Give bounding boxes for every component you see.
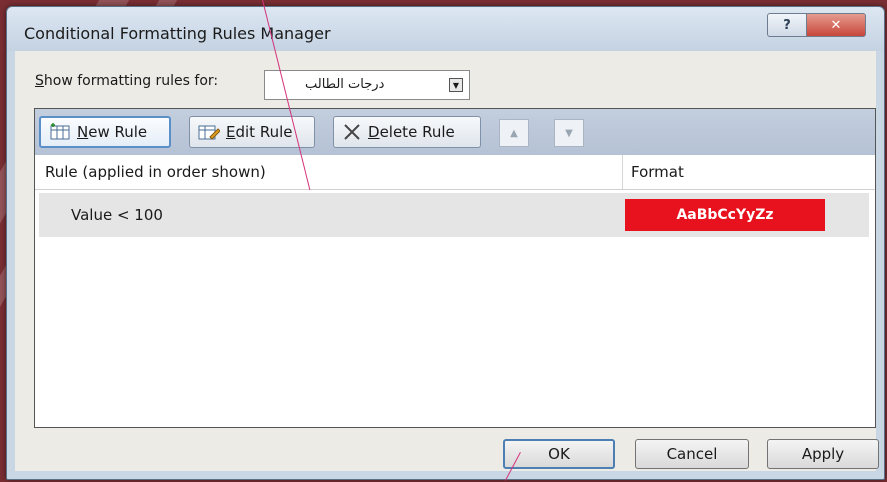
dialog-body: Show formatting rules for: درجات الطالب … bbox=[15, 51, 879, 471]
column-divider[interactable] bbox=[622, 155, 623, 189]
edit-rule-label: Edit Rule bbox=[226, 123, 293, 141]
move-up-button[interactable]: ▲ bbox=[499, 119, 529, 147]
edit-rule-icon bbox=[198, 125, 220, 140]
delete-rule-button[interactable]: Delete Rule bbox=[333, 116, 481, 148]
apply-button[interactable]: Apply bbox=[767, 439, 879, 469]
delete-x-icon bbox=[344, 124, 360, 140]
rule-column-header[interactable]: Rule (applied in order shown) bbox=[45, 163, 266, 181]
show-rules-selected: درجات الطالب bbox=[305, 77, 385, 92]
format-preview: AaBbCcYyZz bbox=[625, 199, 825, 231]
move-down-button[interactable]: ▼ bbox=[554, 119, 584, 147]
chevron-down-icon[interactable]: ▼ bbox=[449, 78, 463, 92]
close-button[interactable]: ✕ bbox=[806, 13, 866, 37]
rules-toolbar: New Rule Edit Rule Delete Rule ▲ ▼ bbox=[35, 109, 875, 156]
format-column-header[interactable]: Format bbox=[631, 163, 684, 181]
close-icon: ✕ bbox=[830, 17, 842, 33]
new-rule-label: New Rule bbox=[77, 123, 148, 141]
rule-description: Value < 100 bbox=[71, 206, 163, 224]
window-title: Conditional Formatting Rules Manager bbox=[24, 24, 331, 43]
table-row[interactable]: Value < 100 AaBbCcYyZz bbox=[39, 193, 869, 237]
show-rules-dropdown[interactable]: درجات الطالب ▼ bbox=[264, 70, 470, 100]
rules-table-header: Rule (applied in order shown) Format bbox=[35, 155, 875, 190]
show-rules-label: Show formatting rules for: bbox=[35, 73, 219, 89]
new-rule-icon bbox=[50, 123, 70, 140]
dialog-window: Conditional Formatting Rules Manager ? ✕… bbox=[6, 6, 885, 480]
triangle-down-icon: ▼ bbox=[565, 127, 573, 139]
cancel-button[interactable]: Cancel bbox=[635, 439, 749, 469]
triangle-up-icon: ▲ bbox=[510, 127, 518, 139]
title-bar: Conditional Formatting Rules Manager ? ✕ bbox=[7, 7, 884, 51]
help-button[interactable]: ? bbox=[767, 13, 807, 37]
rules-panel: New Rule Edit Rule Delete Rule ▲ ▼ Rule … bbox=[34, 108, 876, 428]
help-icon: ? bbox=[783, 17, 791, 33]
new-rule-button[interactable]: New Rule bbox=[39, 116, 171, 148]
delete-rule-label: Delete Rule bbox=[368, 123, 455, 141]
